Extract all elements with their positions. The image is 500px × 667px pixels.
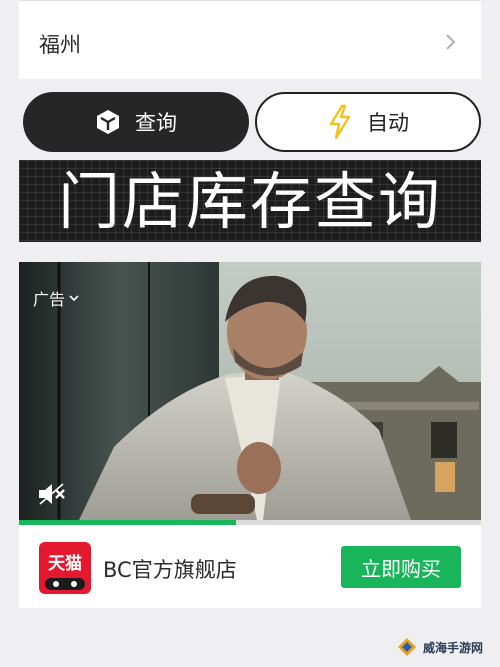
ad-tag[interactable]: 广告 [33, 286, 80, 310]
chevron-right-icon [446, 34, 456, 50]
watermark-text: 威海手游网 [423, 640, 484, 655]
ad-tag-label: 广告 [33, 290, 66, 309]
cube-icon [97, 110, 119, 134]
watermark-logo-icon [398, 638, 416, 656]
store-inventory-banner: 门店库存查询 [19, 160, 481, 242]
city-row[interactable]: 福州 [19, 0, 481, 79]
city-label: 福州 [39, 33, 81, 57]
advertiser-name[interactable]: BC官方旗舰店 [103, 554, 237, 584]
tmall-logo[interactable]: 天猫 [39, 542, 91, 594]
watermark: 威海手游网 [396, 636, 483, 658]
auto-button[interactable]: 自动 [255, 92, 481, 152]
ad-video-scene [19, 262, 481, 520]
mute-icon[interactable] [37, 482, 67, 506]
tmall-cat-icon [45, 578, 85, 590]
buy-now-button[interactable]: 立即购买 [341, 546, 461, 588]
ad-progress-bar [19, 520, 481, 525]
tmall-logo-text: 天猫 [48, 554, 82, 574]
ad-card[interactable]: 广告 天猫 BC官方旗舰店 立即购买 [19, 262, 481, 608]
query-button[interactable]: 查询 [23, 92, 249, 152]
chevron-down-icon [69, 295, 79, 302]
ad-video[interactable]: 广告 [19, 262, 481, 520]
query-button-label: 查询 [135, 111, 177, 135]
ad-progress-fill [19, 520, 237, 525]
lightning-icon [329, 104, 351, 140]
auto-button-label: 自动 [367, 111, 409, 135]
banner-title: 门店库存查询 [57, 165, 442, 238]
